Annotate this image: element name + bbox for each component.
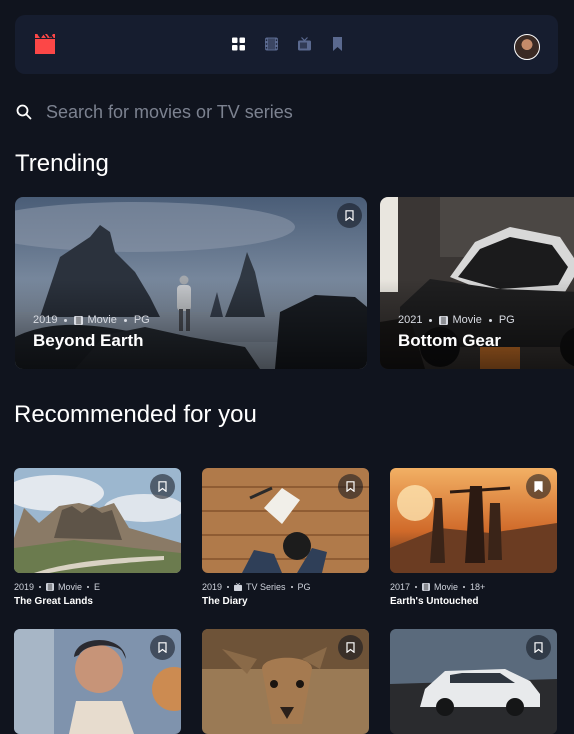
bookmark-button[interactable] <box>337 203 362 228</box>
card-title[interactable]: Earth's Untouched <box>390 596 557 607</box>
separator-dot <box>227 585 230 588</box>
card-thumbnail[interactable] <box>14 629 181 734</box>
film-clapper-icon[interactable] <box>33 34 57 54</box>
bookmark-icon <box>158 481 167 492</box>
search-input[interactable] <box>46 101 346 123</box>
user-avatar[interactable] <box>514 34 540 60</box>
card-meta: 2017 Movie 18+ <box>390 581 557 592</box>
card-year: 2019 <box>33 314 58 326</box>
separator-dot <box>87 585 90 588</box>
card-meta: 2019 TV Series PG <box>202 581 369 592</box>
card-rating: E <box>94 581 101 592</box>
bookmark-icon <box>534 481 543 492</box>
bookmark-icon <box>534 642 543 653</box>
separator-dot <box>290 585 293 588</box>
card-category: Movie <box>87 314 117 326</box>
film-icon <box>46 582 55 591</box>
card-rating: PG <box>133 314 150 326</box>
film-icon <box>439 315 449 325</box>
search-bar <box>16 100 346 124</box>
bookmark-icon <box>158 642 167 653</box>
bookmark-button[interactable] <box>150 635 175 660</box>
bookmark-button[interactable] <box>526 474 551 499</box>
card-category: Movie <box>452 314 482 326</box>
card-year: 2021 <box>398 314 423 326</box>
bookmark-button[interactable] <box>150 474 175 499</box>
separator-dot <box>463 585 466 588</box>
card-category: TV Series <box>246 581 286 592</box>
card-thumbnail[interactable] <box>390 629 557 734</box>
card-title[interactable]: Bottom Gear <box>398 331 501 351</box>
film-icon <box>422 582 431 591</box>
tv-icon <box>234 582 243 591</box>
bookmark-icon <box>346 481 355 492</box>
bookmark-icon <box>345 210 354 221</box>
separator-dot <box>123 318 127 322</box>
bookmark-button[interactable] <box>338 635 363 660</box>
recommended-card[interactable] <box>202 629 369 734</box>
trending-heading: Trending <box>15 150 109 177</box>
card-category: Movie <box>434 581 459 592</box>
separator-dot <box>415 585 418 588</box>
search-icon <box>16 104 32 120</box>
card-year: 2019 <box>202 581 223 592</box>
recommended-card[interactable]: 2019 Movie E The Great Lands <box>14 468 181 607</box>
bookmark-icon <box>346 642 355 653</box>
nav-movies-film-icon[interactable] <box>265 37 278 51</box>
card-meta: 2021 Movie PG <box>398 314 515 326</box>
card-title[interactable]: Beyond Earth <box>33 331 144 351</box>
trending-carousel[interactable]: 2019 Movie PG Beyond Earth 2021 Movie PG… <box>15 197 574 369</box>
recommended-card[interactable]: 2017 Movie 18+ Earth's Untouched <box>390 468 557 607</box>
separator-dot <box>39 585 42 588</box>
nav-bookmarks-icon[interactable] <box>331 37 344 51</box>
separator-dot <box>488 318 492 322</box>
card-thumbnail[interactable] <box>14 468 181 573</box>
separator-dot <box>64 318 68 322</box>
card-rating: PG <box>297 581 311 592</box>
bookmark-button[interactable] <box>526 635 551 660</box>
recommended-card[interactable] <box>14 629 181 734</box>
trending-card[interactable]: 2021 Movie PG Bottom Gear <box>380 197 574 369</box>
separator-dot <box>429 318 433 322</box>
film-icon <box>74 315 84 325</box>
card-thumbnail[interactable] <box>202 468 369 573</box>
recommended-heading: Recommended for you <box>14 401 257 428</box>
card-thumbnail[interactable] <box>390 468 557 573</box>
card-year: 2017 <box>390 581 411 592</box>
nav-home-grid-icon[interactable] <box>232 37 245 51</box>
card-year: 2019 <box>14 581 35 592</box>
recommended-card[interactable] <box>390 629 557 734</box>
card-thumbnail[interactable] <box>202 629 369 734</box>
top-navigation-bar <box>15 15 558 74</box>
nav-tv-series-icon[interactable] <box>298 37 311 51</box>
trending-card[interactable]: 2019 Movie PG Beyond Earth <box>15 197 367 369</box>
card-meta: 2019 Movie E <box>14 581 181 592</box>
card-meta: 2019 Movie PG <box>33 314 150 326</box>
card-rating: PG <box>498 314 515 326</box>
card-rating: 18+ <box>470 581 486 592</box>
bookmark-button[interactable] <box>338 474 363 499</box>
recommended-card[interactable]: 2019 TV Series PG The Diary <box>202 468 369 607</box>
card-category: Movie <box>58 581 83 592</box>
card-title[interactable]: The Great Lands <box>14 596 181 607</box>
card-title[interactable]: The Diary <box>202 596 369 607</box>
